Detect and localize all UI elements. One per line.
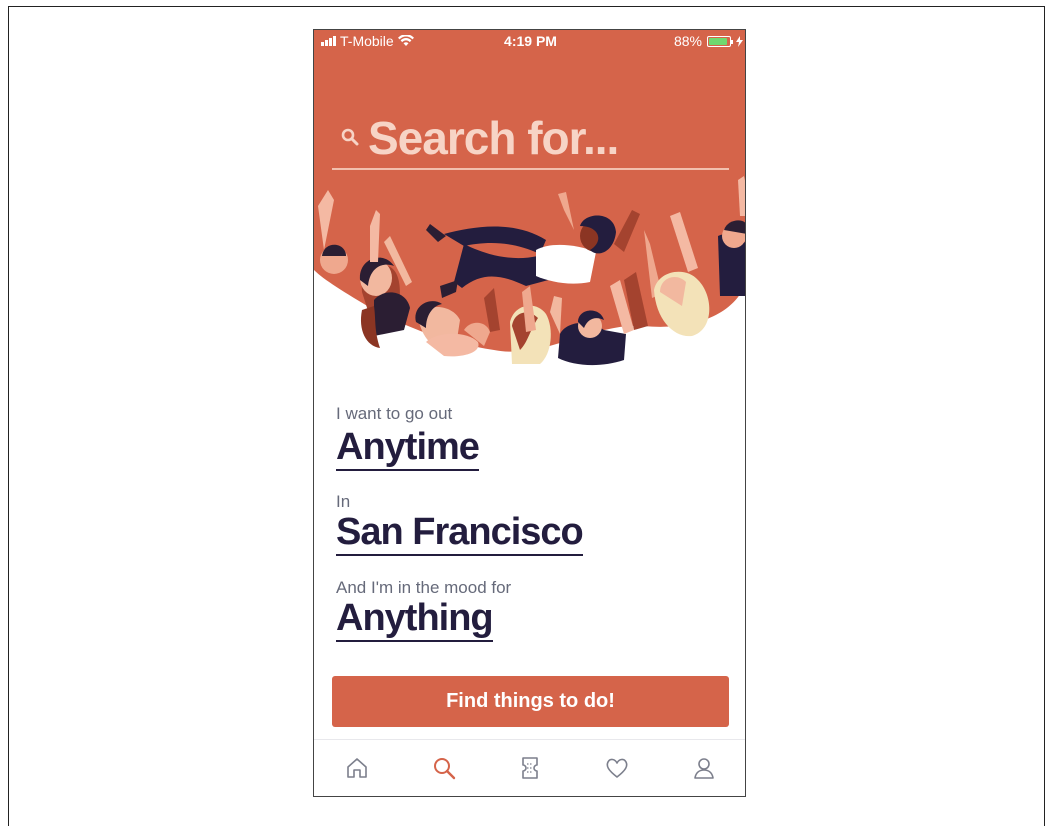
mood-label: And I'm in the mood for [336,578,512,597]
bolt-icon [736,35,743,47]
status-bar: T-Mobile 4:19 PM 88% [314,30,745,54]
tab-search[interactable] [424,748,464,788]
location-selector[interactable]: San Francisco [336,511,584,556]
tab-tickets[interactable] [510,748,550,788]
battery-percent: 88% [673,33,702,49]
crowd-illustration [314,30,745,366]
profile-icon [693,758,714,779]
battery-icon [707,35,733,47]
tab-likes[interactable] [597,748,637,788]
search-icon [433,758,456,780]
phone-screen: T-Mobile 4:19 PM 88% Search for... I wan… [313,29,746,797]
mood-selector[interactable]: Anything [336,597,494,642]
search-icon [341,128,359,146]
search-placeholder: Search for... [368,112,619,164]
find-things-button[interactable]: Find things to do! [332,676,729,727]
where-label: In [336,492,351,511]
ticket-icon [522,757,539,779]
when-label: I want to go out [336,404,453,423]
home-icon [347,758,368,778]
status-right: 88% [674,33,743,49]
tab-profile[interactable] [684,748,724,788]
tab-bar [314,739,745,796]
tab-home[interactable] [337,748,377,788]
when-selector[interactable]: Anytime [336,426,480,471]
heart-icon [606,758,628,778]
battery-level [709,37,727,45]
search-field[interactable]: Search for... [332,112,729,170]
